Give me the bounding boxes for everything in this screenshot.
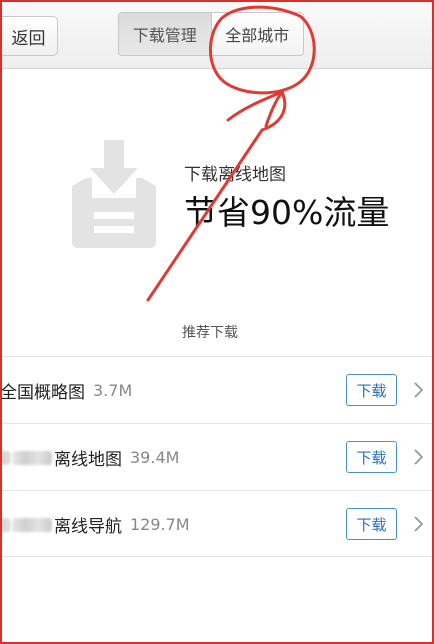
list-item[interactable]: 离线导航 129.7M 下载 xyxy=(0,490,434,557)
segmented-control: 下载管理 全部城市 xyxy=(118,12,304,56)
chevron-right-icon xyxy=(414,516,424,532)
item-size: 39.4M xyxy=(130,448,180,467)
blurred-region xyxy=(12,517,52,532)
download-button[interactable]: 下载 xyxy=(346,508,397,540)
download-tray-icon xyxy=(72,140,156,248)
tab-download-manager[interactable]: 下载管理 xyxy=(119,13,212,55)
list-item[interactable]: 离线地图 39.4M 下载 xyxy=(0,423,434,490)
section-label-recommended: 推荐下载 xyxy=(182,325,238,341)
list-item[interactable]: 全国概略图 3.7M 下载 xyxy=(0,356,434,423)
item-name: 离线地图 39.4M xyxy=(0,424,179,491)
download-list: 全国概略图 3.7M 下载 离线地图 39.4M 下载 离线导航 129.7M … xyxy=(0,356,434,557)
download-button[interactable]: 下载 xyxy=(346,441,397,473)
back-button[interactable]: 返回 xyxy=(0,16,58,56)
item-title: 全国概略图 xyxy=(0,383,85,403)
item-name: 全国概略图 3.7M xyxy=(0,357,132,424)
download-button[interactable]: 下载 xyxy=(346,374,397,406)
blurred-region xyxy=(12,450,52,465)
item-name: 离线导航 129.7M xyxy=(0,491,190,558)
item-title: 离线导航 xyxy=(54,517,122,537)
blurred-region xyxy=(0,517,10,532)
hero-subtitle: 下载离线地图 xyxy=(184,165,286,185)
top-bar: 返回 下载管理 全部城市 xyxy=(0,0,434,69)
item-size: 3.7M xyxy=(93,381,133,400)
blurred-region xyxy=(0,450,10,465)
annotation-arrow-head xyxy=(226,88,287,128)
chevron-right-icon xyxy=(414,382,424,398)
chevron-right-icon xyxy=(414,449,424,465)
item-size: 129.7M xyxy=(130,515,190,534)
item-title: 离线地图 xyxy=(54,450,122,470)
tab-all-cities[interactable]: 全部城市 xyxy=(211,13,303,55)
hero-title: 节省90%流量 xyxy=(184,193,390,232)
